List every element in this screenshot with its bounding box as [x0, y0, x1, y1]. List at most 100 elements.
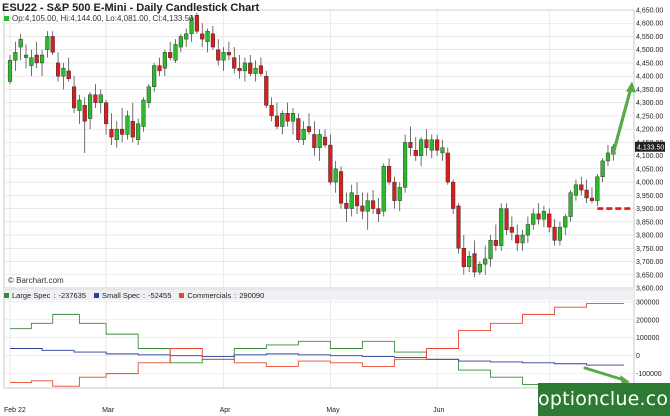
- candle-body: [237, 68, 242, 72]
- candle-body: [258, 65, 264, 74]
- candle-body: [29, 57, 34, 66]
- candle-body: [584, 189, 589, 199]
- candle-body: [467, 256, 472, 268]
- candle-body: [264, 75, 269, 106]
- candle-body: [531, 213, 536, 225]
- price-tick-label: 3,800.00: [636, 233, 663, 240]
- price-tick-label: 3,900.00: [636, 206, 663, 213]
- candle-body: [547, 213, 552, 228]
- x-tick-label: Apr: [220, 407, 232, 414]
- candle-body: [226, 52, 231, 56]
- cot-panel-frame: [3, 289, 635, 389]
- candle-body: [50, 36, 55, 53]
- chart-title: ESU22 - S&P 500 E-Mini - Daily Candlesti…: [2, 2, 260, 14]
- candle-body: [483, 258, 488, 265]
- legend-small-spec-value: -52455: [148, 291, 172, 300]
- candle-body: [194, 15, 199, 32]
- candle-body: [349, 192, 354, 209]
- candle-body: [600, 160, 605, 178]
- candle-body: [23, 54, 29, 58]
- candle-body: [392, 181, 397, 201]
- candle-body: [184, 33, 189, 40]
- candle-body: [242, 62, 247, 72]
- price-tick-label: 3,650.00: [636, 272, 663, 279]
- ohlc-marker-icon: [4, 16, 9, 21]
- candle-body: [306, 126, 312, 132]
- x-tick-label: May: [326, 407, 340, 414]
- price-panel-frame: [3, 9, 635, 289]
- candle-body: [333, 168, 338, 183]
- candle-body: [77, 99, 82, 111]
- legend-large-spec-name: Large Spec: [12, 291, 51, 300]
- legend-commercials-name: Commercials: [187, 291, 232, 300]
- candle-body: [419, 139, 424, 156]
- candle-body: [499, 208, 504, 246]
- candle-body: [274, 115, 280, 127]
- candle-body: [248, 62, 253, 74]
- candle-body: [322, 136, 328, 146]
- candle-body: [61, 68, 66, 77]
- cot-legend: Large Spec: -237635 Small Spec: -52455 C…: [4, 291, 264, 300]
- candle-body: [136, 123, 141, 140]
- candle-body: [216, 49, 221, 61]
- price-tick-label: 4,450.00: [636, 60, 663, 67]
- candle-body: [397, 187, 402, 201]
- candle-body: [317, 134, 322, 148]
- candle-body: [435, 139, 440, 151]
- candle-body: [200, 33, 205, 40]
- candle-body: [493, 240, 498, 246]
- legend-commercials-value: 290090: [239, 291, 265, 300]
- candle-body: [413, 150, 418, 156]
- ohlc-readout: Op:4,105.00, Hi:4,144.00, Lo:4,081.00, C…: [4, 14, 193, 23]
- ohlc-text: Op:4,105.00, Hi:4,144.00, Lo:4,081.00, C…: [12, 14, 194, 23]
- candle-body: [66, 70, 71, 80]
- cot-tick-label: 200000: [636, 317, 659, 324]
- price-tick-label: 4,600.00: [636, 21, 663, 28]
- price-tick-label: 3,700.00: [636, 259, 663, 266]
- candle-body: [328, 144, 333, 183]
- cot-tick-label: 0: [636, 353, 640, 360]
- candle-body: [573, 184, 579, 196]
- candle-body: [403, 142, 408, 188]
- candle-body: [285, 113, 290, 122]
- candle-body: [162, 52, 167, 69]
- candle-body: [563, 216, 568, 228]
- price-tick-label: 3,850.00: [636, 219, 663, 226]
- candle-body: [290, 113, 296, 122]
- candle-body: [520, 234, 525, 244]
- cot-tick-label: -100000: [636, 371, 662, 378]
- candle-body: [365, 200, 370, 212]
- candle-body: [301, 128, 306, 140]
- legend-small-spec-name: Small Spec: [102, 291, 140, 300]
- candle-body: [552, 226, 557, 241]
- candle-body: [93, 94, 98, 103]
- candle-body: [360, 205, 365, 212]
- candle-body: [18, 38, 23, 48]
- candle-body: [515, 234, 520, 244]
- price-tick-label: 3,950.00: [636, 193, 663, 200]
- candle-body: [205, 30, 210, 42]
- chart-stage: 4,650.00 4,600.00 4,550.00 4,500.00 4,450.00…: [0, 0, 670, 416]
- candle-body: [114, 128, 119, 140]
- candle-body: [232, 57, 237, 69]
- price-tick-label: 4,000.00: [636, 180, 663, 187]
- candle-body: [445, 152, 450, 183]
- candle-body: [408, 142, 413, 148]
- candle-body: [253, 68, 258, 74]
- cot-tick-label: 300000: [636, 299, 659, 306]
- candle-body: [280, 113, 285, 127]
- candle-body: [146, 86, 151, 103]
- candle-body: [536, 213, 541, 220]
- candle-body: [344, 203, 349, 209]
- candle-body: [7, 60, 13, 82]
- chart-svg: 4,650.00 4,600.00 4,550.00 4,500.00 4,450.00…: [0, 0, 670, 416]
- candle-body: [168, 52, 173, 58]
- last-price-tag: 4,133.50: [637, 145, 664, 152]
- price-tick-label: 4,550.00: [636, 34, 663, 41]
- price-tick-label: 3,600.00: [636, 286, 663, 293]
- candle-body: [381, 166, 386, 212]
- legend-commercials: Commercials: 290090: [179, 291, 264, 300]
- candle-body: [104, 102, 109, 125]
- candle-body: [525, 224, 530, 236]
- candle-body: [88, 94, 93, 119]
